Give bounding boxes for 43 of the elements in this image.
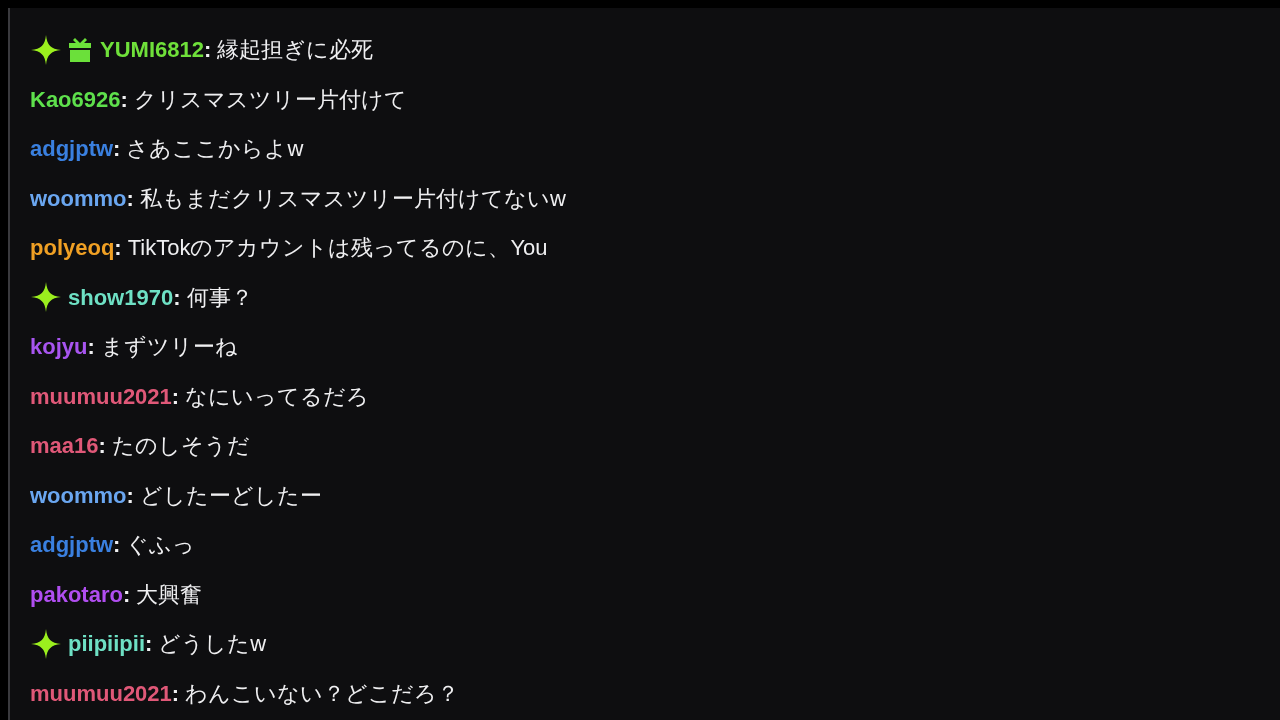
username[interactable]: muumuu2021	[30, 379, 172, 413]
message-text: クリスマスツリー片付けて	[133, 85, 407, 114]
message-text: 私もまだクリスマスツリー片付けてないw	[139, 184, 566, 213]
colon: :	[171, 679, 180, 708]
username[interactable]: YUMI6812	[100, 33, 204, 67]
message-text: どしたーどしたー	[139, 481, 322, 510]
message-text: 縁起担ぎに必死	[217, 36, 374, 65]
colon: :	[126, 481, 134, 510]
message-text: さあここからよw	[126, 135, 304, 164]
gift-badge-icon	[68, 36, 92, 63]
message-text: TikTokのアカウントは残ってるのに、You	[127, 234, 548, 263]
colon: :	[145, 630, 153, 659]
colon: :	[87, 333, 95, 362]
message-text: わんこいない？どこだろ？	[185, 679, 460, 708]
colon: :	[126, 184, 134, 213]
message-text: なにいってるだろ	[185, 382, 370, 411]
colon: :	[120, 85, 128, 114]
message-text: ぐふっ	[126, 531, 196, 560]
username[interactable]: woommo	[30, 478, 127, 512]
username[interactable]: show1970	[68, 280, 174, 314]
message-text: どうしたw	[158, 630, 267, 659]
username[interactable]: kojyu	[30, 330, 88, 364]
colon: :	[113, 135, 121, 164]
colon: :	[203, 36, 212, 65]
colon: :	[114, 234, 122, 263]
colon: :	[98, 432, 106, 461]
username[interactable]: muumuu2021	[30, 676, 172, 710]
username[interactable]: adgjptw	[30, 528, 114, 562]
username[interactable]: adgjptw	[30, 132, 114, 166]
username[interactable]: piipiipii	[68, 627, 145, 661]
message-text: 大興奮	[136, 580, 203, 609]
message-text: まずツリーね	[100, 333, 238, 362]
username[interactable]: pakotaro	[30, 577, 123, 611]
username[interactable]: woommo	[30, 181, 127, 215]
message-text: 何事？	[186, 283, 253, 312]
username[interactable]: polyeoq	[30, 231, 115, 265]
message-text: たのしそうだ	[111, 432, 250, 461]
colon: :	[113, 531, 121, 560]
colon: :	[173, 283, 181, 312]
username[interactable]: Kao6926	[30, 82, 121, 116]
username[interactable]: maa16	[30, 429, 99, 463]
colon: :	[171, 382, 180, 411]
colon: :	[122, 580, 131, 609]
